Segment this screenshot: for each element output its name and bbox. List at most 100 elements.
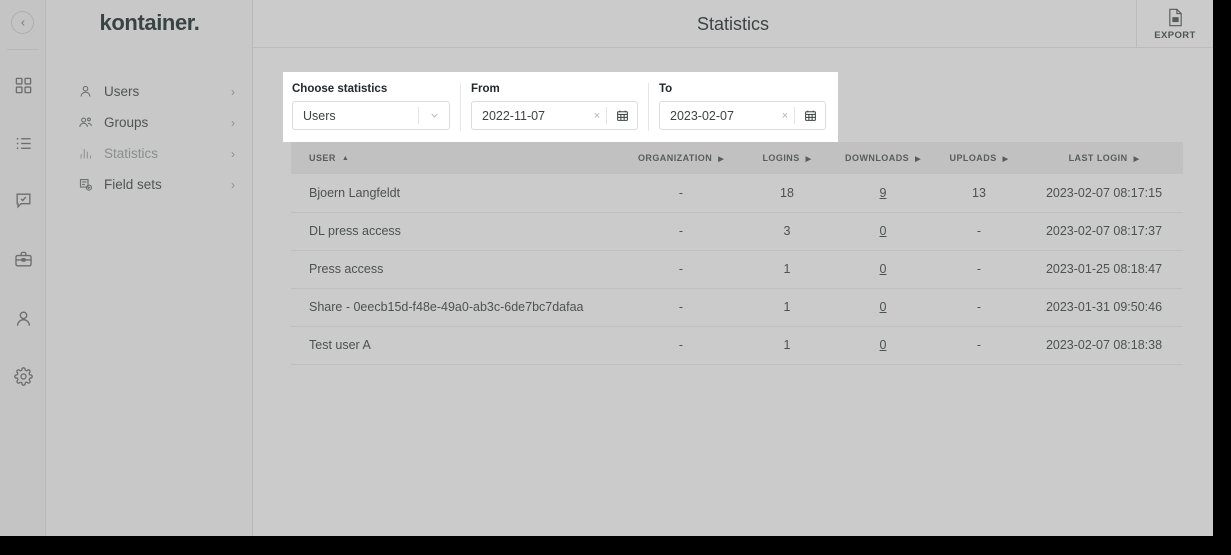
column-header-organization[interactable]: ORGANIZATION ▶	[621, 142, 741, 174]
cell-logins: 1	[741, 288, 833, 327]
cell-logins: 1	[741, 326, 833, 365]
cell-logins: 1	[741, 250, 833, 289]
cell-user: DL press access	[291, 212, 621, 251]
calendar-icon[interactable]	[607, 109, 637, 122]
sidebar-item-field-sets[interactable]: Field sets ›	[46, 169, 253, 200]
table-body: Bjoern Langfeldt -18 9 13 2023-02-07 08:17:1…	[291, 174, 1183, 365]
sort-indicator: ▶	[915, 155, 921, 163]
table-row[interactable]: Press access -1 0-2023-01-25 08:18:47	[291, 250, 1183, 289]
rail-item-account[interactable]	[12, 307, 34, 329]
user-icon	[77, 83, 94, 100]
cell-logins: 3	[741, 212, 833, 251]
downloads-link[interactable]: 9	[880, 186, 887, 200]
sidebar-nav: Users › Groups › Statistics › Field sets…	[46, 76, 253, 200]
table: USER ▲ ORGANIZATION ▶ LOGINS ▶ DOWNLOADS ▶	[291, 142, 1183, 365]
chevron-right-icon: ›	[231, 146, 235, 161]
cell-organization: -	[621, 288, 741, 327]
table-row[interactable]: Share - 0eecb15d-f48e-49a0-ab3c-6de7bc7d…	[291, 288, 1183, 327]
sidebar-item-label: Statistics	[104, 146, 159, 161]
cell-uploads: 13	[933, 174, 1025, 213]
group-icon	[77, 114, 94, 131]
sidebar-item-label: Users	[104, 84, 140, 99]
cell-last_login: 2023-01-31 09:50:46	[1025, 288, 1183, 327]
collapse-sidebar-button[interactable]	[11, 11, 34, 34]
table-header-row: USER ▲ ORGANIZATION ▶ LOGINS ▶ DOWNLOADS ▶	[291, 142, 1183, 174]
cell-organization: -	[621, 250, 741, 289]
sort-indicator: ▶	[805, 155, 812, 163]
sort-indicator: ▶	[1133, 155, 1140, 163]
cell-user: Share - 0eecb15d-f48e-49a0-ab3c-6de7bc7d…	[291, 288, 621, 327]
choose-statistics-value: Users	[303, 108, 336, 123]
from-label: From	[471, 83, 500, 95]
rail-item-approvals[interactable]	[12, 189, 34, 211]
document-export-icon	[1168, 8, 1182, 26]
calendar-icon[interactable]	[795, 109, 825, 122]
column-header-uploads[interactable]: UPLOADS ▶	[933, 142, 1025, 174]
sidebar-item-groups[interactable]: Groups ›	[46, 107, 253, 138]
cell-user: Test user A	[291, 326, 621, 365]
downloads-link[interactable]: 0	[880, 300, 887, 314]
cell-last_login: 2023-02-07 08:18:38	[1025, 326, 1183, 365]
cell-organization: -	[621, 174, 741, 213]
sort-indicator: ▶	[1002, 155, 1009, 163]
rail-item-settings[interactable]	[12, 365, 34, 387]
field-sets-icon	[77, 176, 94, 193]
to-date-field[interactable]: 2023-02-07 ×	[659, 101, 826, 130]
rail-item-media-list[interactable]	[12, 132, 34, 154]
downloads-link[interactable]: 0	[880, 338, 887, 352]
downloads-link[interactable]: 0	[880, 262, 887, 276]
column-label: USER	[309, 153, 336, 163]
app-window: kontainer. Users › Groups › Statistics ›…	[0, 0, 1213, 536]
cell-organization: -	[621, 212, 741, 251]
cell-last_login: 2023-01-25 08:18:47	[1025, 250, 1183, 289]
to-date-group: To 2023-02-07 ×	[659, 83, 826, 130]
from-date-value[interactable]: 2022-11-07	[472, 109, 588, 123]
chevron-down-icon[interactable]	[419, 110, 449, 121]
cell-downloads: 0	[833, 250, 933, 289]
cell-downloads: 9	[833, 174, 933, 213]
downloads-link[interactable]: 0	[880, 224, 887, 238]
cell-downloads: 0	[833, 212, 933, 251]
cell-uploads: -	[933, 288, 1025, 327]
to-date-value[interactable]: 2023-02-07	[660, 109, 776, 123]
table-row[interactable]: Test user A -1 0-2023-02-07 08:18:38	[291, 326, 1183, 365]
sidebar-item-statistics[interactable]: Statistics ›	[46, 138, 253, 169]
cell-organization: -	[621, 326, 741, 365]
table-row[interactable]: Bjoern Langfeldt -18 9 13 2023-02-07 08:17:1…	[291, 174, 1183, 213]
export-button[interactable]: EXPORT	[1136, 0, 1213, 48]
column-label: DOWNLOADS	[845, 153, 910, 163]
window-chrome-bottom	[0, 536, 1231, 555]
cell-downloads: 0	[833, 326, 933, 365]
chevron-right-icon: ›	[231, 177, 235, 192]
grid-icon	[15, 77, 31, 93]
column-label: LOGINS	[762, 153, 800, 163]
choose-statistics-label: Choose statistics	[292, 83, 388, 95]
screenshot-root: kontainer. Users › Groups › Statistics ›…	[0, 0, 1231, 555]
column-header-last-login[interactable]: LAST LOGIN ▶	[1025, 142, 1183, 174]
column-header-logins[interactable]: LOGINS ▶	[741, 142, 833, 174]
column-header-user[interactable]: USER ▲	[291, 142, 621, 174]
rail-item-dashboard[interactable]	[12, 74, 34, 96]
cell-uploads: -	[933, 212, 1025, 251]
column-header-downloads[interactable]: DOWNLOADS ▶	[833, 142, 933, 174]
chevron-left-icon	[20, 19, 25, 26]
chat-check-icon	[15, 192, 31, 208]
chevron-right-icon: ›	[231, 115, 235, 130]
rail-item-briefcase[interactable]	[12, 248, 34, 270]
page-title: Statistics	[696, 13, 770, 34]
cell-uploads: -	[933, 326, 1025, 365]
clear-icon[interactable]: ×	[776, 110, 794, 122]
chevron-right-icon: ›	[231, 84, 235, 99]
from-date-field[interactable]: 2022-11-07 ×	[471, 101, 638, 130]
column-label: UPLOADS	[949, 153, 997, 163]
icon-rail	[0, 0, 46, 536]
choose-statistics-select[interactable]: Users	[292, 101, 450, 130]
table-row[interactable]: DL press access -3 0-2023-02-07 08:17:37	[291, 212, 1183, 251]
cell-user: Bjoern Langfeldt	[291, 174, 621, 213]
window-chrome-right	[1213, 0, 1231, 555]
sort-indicator: ▶	[718, 155, 725, 163]
clear-icon[interactable]: ×	[588, 110, 606, 122]
from-date-group: From 2022-11-07 ×	[471, 83, 638, 130]
cell-downloads: 0	[833, 288, 933, 327]
sidebar-item-users[interactable]: Users ›	[46, 76, 253, 107]
